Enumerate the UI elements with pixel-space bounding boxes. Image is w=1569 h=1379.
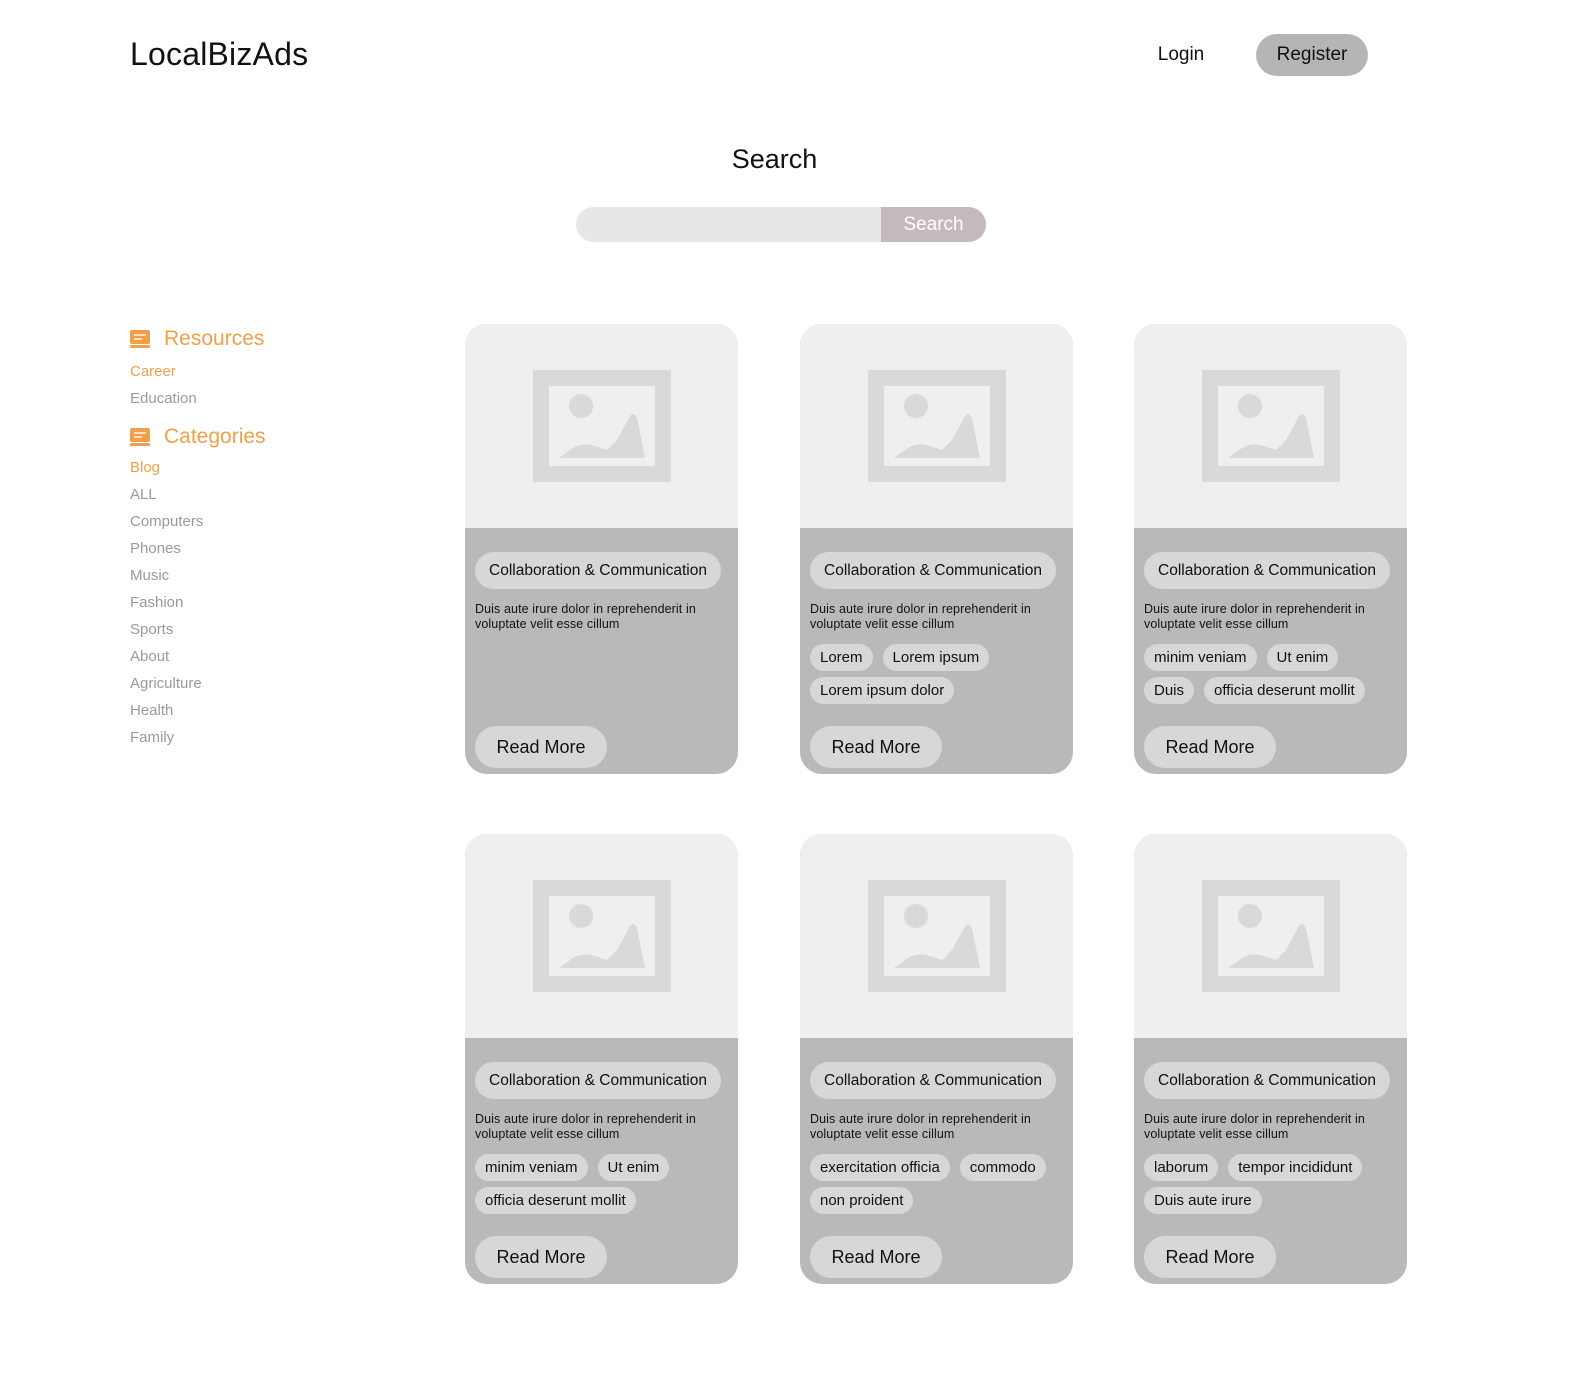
card-body: Collaboration & Communication Duis aute i… xyxy=(465,528,738,774)
card-description: Duis aute irure dolor in reprehenderit i… xyxy=(810,602,1031,631)
sidebar-item-education[interactable]: Education xyxy=(130,385,390,412)
tag-chip[interactable]: Lorem xyxy=(810,644,873,671)
card-description: Duis aute irure dolor in reprehenderit i… xyxy=(810,1112,1031,1141)
resources-title: Resources xyxy=(164,327,265,350)
card-category-pill[interactable]: Collaboration & Communication xyxy=(1144,552,1390,589)
sidebar-item-phones[interactable]: Phones xyxy=(130,535,390,562)
sidebar-item-computers[interactable]: Computers xyxy=(130,508,390,535)
image-placeholder-icon xyxy=(1134,834,1407,1038)
image-placeholder-icon xyxy=(800,324,1073,528)
ad-card: Collaboration & Communication Duis aute i… xyxy=(800,324,1073,774)
tag-chip[interactable]: exercitation officia xyxy=(810,1154,950,1181)
card-body: Collaboration & Communication Duis aute i… xyxy=(1134,528,1407,774)
tag-chip[interactable]: officia deserunt mollit xyxy=(475,1187,636,1214)
tag-chip[interactable]: Ut enim xyxy=(1266,644,1339,671)
search-bar: Search xyxy=(576,207,986,242)
sidebar-item-agriculture[interactable]: Agriculture xyxy=(130,670,390,697)
login-button[interactable]: Login xyxy=(1140,34,1222,76)
sidebar-item-all[interactable]: ALL xyxy=(130,481,390,508)
card-tags: minim veniam Ut enim Duis officia deserunt … xyxy=(1144,644,1398,704)
tag-chip[interactable]: officia deserunt mollit xyxy=(1204,677,1365,704)
card-tags: Lorem Lorem ipsum Lorem ipsum dolor xyxy=(810,644,1064,704)
tag-chip[interactable]: Duis xyxy=(1144,677,1195,704)
tag-chip[interactable]: tempor incididunt xyxy=(1228,1154,1363,1181)
categories-list: Blog ALL Computers Phones Music Fashion Sports… xyxy=(130,454,390,751)
card-category-pill[interactable]: Collaboration & Communication xyxy=(475,1062,721,1099)
card-description: Duis aute irure dolor in reprehenderit i… xyxy=(1144,1112,1365,1141)
categories-header: Categories xyxy=(130,422,390,452)
sidebar-item-family[interactable]: Family xyxy=(130,724,390,751)
resources-header: Resources xyxy=(130,324,390,354)
image-placeholder-icon xyxy=(465,324,738,528)
read-more-button[interactable]: Read More xyxy=(810,1236,942,1278)
card-description: Duis aute irure dolor in reprehenderit i… xyxy=(475,1112,696,1141)
site-logo[interactable]: LocalBizAds xyxy=(130,36,308,73)
read-more-button[interactable]: Read More xyxy=(1144,1236,1276,1278)
sidebar-item-career[interactable]: Career xyxy=(130,358,390,385)
sidebar: Resources Career Education Categories Blo… xyxy=(130,324,390,751)
tag-chip[interactable]: laborum xyxy=(1144,1154,1219,1181)
image-placeholder-icon xyxy=(1134,324,1407,528)
card-category-pill[interactable]: Collaboration & Communication xyxy=(810,552,1056,589)
ad-card: Collaboration & Communication Duis aute i… xyxy=(465,834,738,1284)
book-icon xyxy=(130,330,150,348)
tag-chip[interactable]: Ut enim xyxy=(597,1154,670,1181)
card-body: Collaboration & Communication Duis aute i… xyxy=(465,1038,738,1284)
tag-chip[interactable]: commodo xyxy=(959,1154,1046,1181)
card-tags: exercitation officia commodo non proident xyxy=(810,1154,1064,1214)
tag-chip[interactable]: Lorem ipsum dolor xyxy=(810,677,955,704)
tag-chip[interactable]: non proident xyxy=(810,1187,914,1214)
ad-card: Collaboration & Communication Duis aute i… xyxy=(1134,324,1407,774)
sidebar-item-fashion[interactable]: Fashion xyxy=(130,589,390,616)
search-title: Search xyxy=(731,144,818,174)
card-body: Collaboration & Communication Duis aute i… xyxy=(800,1038,1073,1284)
card-tags: minim veniam Ut enim officia deserunt moll… xyxy=(475,1154,729,1214)
card-description: Duis aute irure dolor in reprehenderit i… xyxy=(475,602,696,631)
tag-chip[interactable]: minim veniam xyxy=(1144,644,1257,671)
card-tags: laborum tempor incididunt Duis aute irure xyxy=(1144,1154,1398,1214)
card-category-pill[interactable]: Collaboration & Communication xyxy=(1144,1062,1390,1099)
resources-list: Career Education xyxy=(130,358,390,412)
sidebar-item-music[interactable]: Music xyxy=(130,562,390,589)
ad-card: Collaboration & Communication Duis aute i… xyxy=(1134,834,1407,1284)
card-category-pill[interactable]: Collaboration & Communication xyxy=(475,552,721,589)
search-input[interactable] xyxy=(576,207,881,242)
tag-chip[interactable]: Lorem ipsum xyxy=(882,644,990,671)
read-more-button[interactable]: Read More xyxy=(475,1236,607,1278)
categories-title: Categories xyxy=(164,425,266,448)
image-placeholder-icon xyxy=(465,834,738,1038)
card-category-pill[interactable]: Collaboration & Communication xyxy=(810,1062,1056,1099)
card-body: Collaboration & Communication Duis aute i… xyxy=(1134,1038,1407,1284)
sidebar-item-sports[interactable]: Sports xyxy=(130,616,390,643)
card-description: Duis aute irure dolor in reprehenderit i… xyxy=(1144,602,1365,631)
tag-chip[interactable]: minim veniam xyxy=(475,1154,588,1181)
read-more-button[interactable]: Read More xyxy=(475,726,607,768)
sidebar-item-blog[interactable]: Blog xyxy=(130,454,390,481)
read-more-button[interactable]: Read More xyxy=(1144,726,1276,768)
sidebar-item-about[interactable]: About xyxy=(130,643,390,670)
read-more-button[interactable]: Read More xyxy=(810,726,942,768)
ad-card: Collaboration & Communication Duis aute i… xyxy=(465,324,738,774)
sidebar-item-health[interactable]: Health xyxy=(130,697,390,724)
image-placeholder-icon xyxy=(800,834,1073,1038)
search-button[interactable]: Search xyxy=(881,207,986,242)
book-icon xyxy=(130,428,150,446)
ad-card: Collaboration & Communication Duis aute i… xyxy=(800,834,1073,1284)
register-button[interactable]: Register xyxy=(1256,34,1368,76)
card-body: Collaboration & Communication Duis aute i… xyxy=(800,528,1073,774)
tag-chip[interactable]: Duis aute irure xyxy=(1144,1187,1262,1214)
